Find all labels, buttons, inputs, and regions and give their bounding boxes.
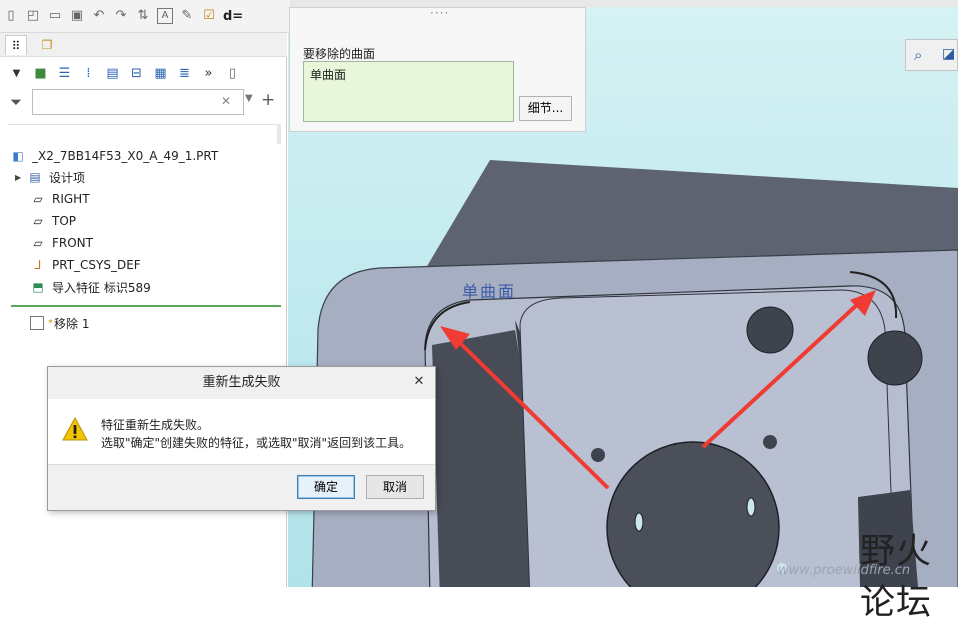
ok-button[interactable]: 确定 <box>297 475 355 499</box>
hole-small-1 <box>763 435 777 449</box>
clear-icon[interactable]: ✕ <box>221 94 231 108</box>
show-icon[interactable]: ≣ <box>176 65 193 82</box>
chevron-down-icon[interactable]: ▼ <box>8 65 25 82</box>
close-icon[interactable]: ✕ <box>411 374 427 390</box>
warning-icon <box>62 417 88 441</box>
folder-browser-icon: ❐ <box>41 38 53 52</box>
regeneration-failed-dialog: 重新生成失败 ✕ 特征重新生成失败。 选取"确定"创建失败的特征，或选取"取消"… <box>47 366 436 511</box>
tree-item-csys[interactable]: ⅃ PRT_CSYS_DEF <box>30 254 141 276</box>
folder-icon[interactable]: ▭ <box>47 8 63 24</box>
csys-icon: ⅃ <box>34 258 42 272</box>
tree-divider <box>8 124 280 125</box>
tree-filter-row: ⏷ ✕ ▼ + <box>8 88 283 116</box>
save-icon[interactable]: ▣ <box>69 8 85 24</box>
layer-icon[interactable]: ▤ <box>104 65 121 82</box>
panel-grip-icon[interactable]: ···· <box>430 6 449 20</box>
redo-icon[interactable]: ↷ <box>113 8 129 24</box>
tree-toolbar: ▼ ■ ☰ ⁞ ▤ ⊟ ▦ ≣ » ▯ <box>8 60 283 86</box>
tree-item-label: FRONT <box>52 236 93 250</box>
open-icon[interactable]: ◰ <box>25 8 41 24</box>
check-icon[interactable]: ☑ <box>201 8 217 24</box>
graphics-top-strip <box>288 0 958 7</box>
regenerate-icon[interactable]: ⇅ <box>135 8 151 24</box>
details-button[interactable]: 细节... <box>519 96 572 121</box>
tree-filter-icon[interactable]: ⊟ <box>128 65 145 82</box>
dialog-body: 特征重新生成失败。 选取"确定"创建失败的特征，或选取"取消"返回到该工具。 <box>48 399 435 464</box>
cancel-button[interactable]: 取消 <box>366 475 424 499</box>
tree-columns-icon[interactable]: ⁞ <box>80 65 97 82</box>
part-icon: ◧ <box>12 149 24 163</box>
expand-icon[interactable]: ▶ <box>15 173 27 182</box>
edit-icon[interactable]: ✎ <box>179 8 195 24</box>
more-icon[interactable]: » <box>200 65 217 82</box>
tab-folder-browser[interactable]: ❐ <box>36 35 58 55</box>
hole-right <box>867 330 923 386</box>
tree-item-label: 移除 1 <box>54 316 90 331</box>
view-toolbar: ⌕ ◪ <box>905 39 958 71</box>
insert-here-line[interactable] <box>11 305 281 307</box>
toolbar-partial-label: d= <box>223 8 244 24</box>
tree-item-label: RIGHT <box>52 192 90 206</box>
tab-model-tree[interactable]: ⠿ <box>5 35 27 55</box>
tree-list-icon[interactable]: ☰ <box>56 65 73 82</box>
remove-feature-icon <box>30 316 44 330</box>
funnel-icon: ⏷ <box>10 93 23 111</box>
model-annotation: 单曲面 <box>462 282 517 301</box>
tree-scrollbar[interactable] <box>277 124 281 144</box>
dialog-footer: 确定 取消 <box>48 464 435 510</box>
collector-title: 要移除的曲面 <box>303 47 376 61</box>
datum-plane-icon: ▱ <box>33 214 43 228</box>
import-feature-icon: ⬒ <box>32 280 44 294</box>
boss-hole-2 <box>634 512 644 532</box>
dialog-message-line2: 选取"确定"创建失败的特征，或选取"取消"返回到该工具。 <box>101 436 412 450</box>
tree-item-top[interactable]: ▱ TOP <box>30 210 76 232</box>
tree-item-label: 导入特征 标识589 <box>52 280 151 295</box>
hole-small-2 <box>591 448 605 462</box>
undo-icon[interactable]: ↶ <box>91 8 107 24</box>
tree-item-right[interactable]: ▱ RIGHT <box>30 188 90 210</box>
references-panel: ···· 要移除的曲面 单曲面 细节... <box>289 6 586 132</box>
new-file-icon[interactable]: ▯ <box>3 8 19 24</box>
tree-item-front[interactable]: ▱ FRONT <box>30 232 93 254</box>
tree-item-label: 设计项 <box>49 170 86 185</box>
tree-item-design-items[interactable]: ▶ ▤ 设计项 <box>15 166 85 188</box>
tree-root[interactable]: ◧ _X2_7BB14F53_X0_A_49_1.PRT <box>10 145 218 167</box>
add-filter-icon[interactable]: + <box>261 90 275 110</box>
model-tree-icon: ⠿ <box>11 39 21 53</box>
design-items-icon: ▤ <box>29 170 41 184</box>
boss-hole-1 <box>746 497 756 517</box>
dialog-message-line1: 特征重新生成失败。 <box>101 418 210 432</box>
new-feature-marker: * <box>48 317 53 329</box>
notes-icon[interactable]: ▯ <box>224 65 241 82</box>
tree-search-input[interactable] <box>32 89 244 115</box>
text-icon[interactable]: A <box>157 8 173 24</box>
hole-large <box>746 306 794 354</box>
quick-access-toolbar: ▯ ◰ ▭ ▣ ↶ ↷ ⇅ A ✎ ☑ d= <box>0 0 290 33</box>
filter-menu-icon[interactable]: ▼ <box>245 93 253 104</box>
tree-item-remove[interactable]: * 移除 1 <box>30 312 89 334</box>
datum-plane-icon: ▱ <box>33 192 43 206</box>
part-cube-icon[interactable]: ■ <box>32 65 49 82</box>
navigator-tabs: ⠿ ❐ <box>0 33 287 57</box>
tree-item-label: PRT_CSYS_DEF <box>52 258 141 272</box>
collector-value: 单曲面 <box>310 68 347 82</box>
datum-plane-icon: ▱ <box>33 236 43 250</box>
tree-settings-icon[interactable]: ▦ <box>152 65 169 82</box>
zoom-icon[interactable]: ⌕ <box>914 46 922 64</box>
tree-item-import[interactable]: ⬒ 导入特征 标识589 <box>30 276 151 298</box>
tree-item-label: TOP <box>52 214 77 228</box>
surface-collector[interactable]: 单曲面 <box>303 61 514 122</box>
refit-icon[interactable]: ◪ <box>942 46 955 62</box>
watermark-url: www.proewildfire.cn <box>778 563 911 578</box>
tree-root-label: _X2_7BB14F53_X0_A_49_1.PRT <box>32 149 219 163</box>
dialog-title: 重新生成失败 <box>48 367 435 399</box>
